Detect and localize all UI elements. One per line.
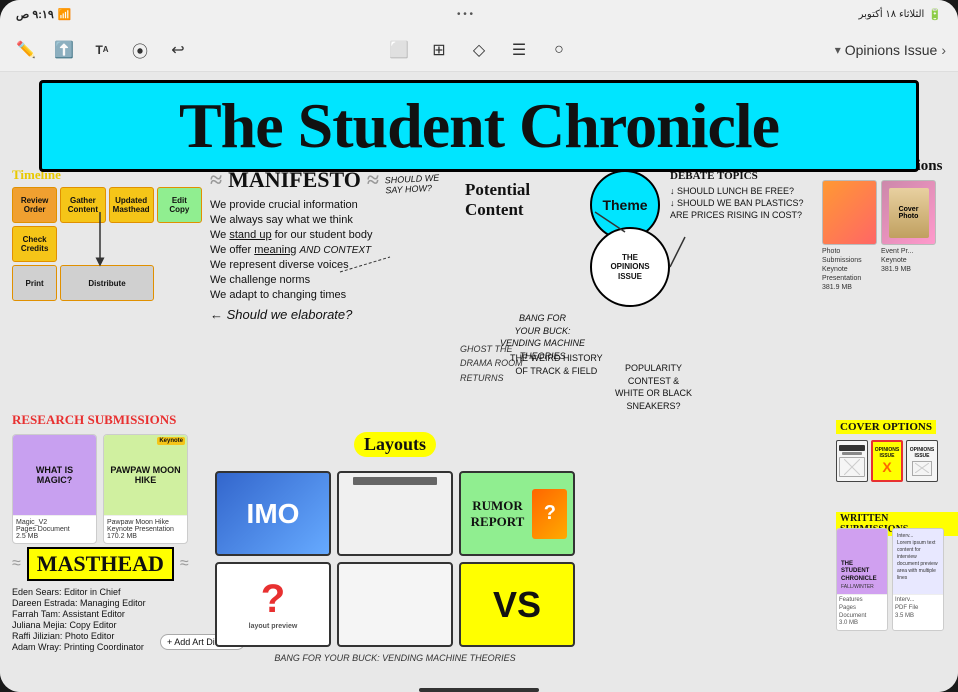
masthead-title: MASTHEAD xyxy=(27,547,174,581)
bang-for-buck-bottom: BANG FOR YOUR BUCK: VENDING MACHINE THEO… xyxy=(215,653,575,663)
masthead-name-1: Eden Sears: Editor in Chief xyxy=(12,587,212,597)
masthead-name-4: Juliana Mejia: Copy Editor xyxy=(12,620,212,630)
table-tool[interactable]: ⊞ xyxy=(425,36,453,64)
debate-item-2: ↓ SHOULD WE BAN PLASTICS? xyxy=(670,198,830,208)
manifesto-line-2: We always say what we think xyxy=(210,214,450,226)
manifesto-line-7: We adapt to changing times xyxy=(210,289,450,301)
potential-content-label: PotentialContent xyxy=(465,180,530,221)
popularity-text: POPULARITYCONTEST &WHITE OR BLACKSNEAKER… xyxy=(615,362,692,412)
doc-card-pawpaw[interactable]: Keynote PAWPAW MOON HIKE Pawpaw Moon Hik… xyxy=(103,434,188,544)
written-submissions-cards: THESTUDENTCHRONICLE FALL/WINTER Features… xyxy=(836,528,944,631)
chevron-icon: ▾ xyxy=(835,43,841,57)
status-time: ٩:١٩ ص xyxy=(16,8,54,21)
camera-button[interactable]: ⦿ xyxy=(126,36,154,64)
debate-item-3: ARE PRICES RISING IN COST? xyxy=(670,210,830,220)
share-button[interactable]: ⬆️ xyxy=(50,36,78,64)
written-card-2[interactable]: Interv...Lorem ipsum text content for in… xyxy=(892,528,944,631)
manifesto-line-6: We challenge norms xyxy=(210,274,450,286)
main-title-text: The Student Chronicle xyxy=(179,90,779,161)
text-tool[interactable]: ☰ xyxy=(505,36,533,64)
undo-button[interactable]: ↩ xyxy=(164,36,192,64)
manifesto-line-4: We offer meaning AND CONTEXT xyxy=(210,244,450,256)
document-title[interactable]: ▾ Opinions Issue › xyxy=(835,42,946,58)
doc-info-pawpaw: Pawpaw Moon HikeKeynote Presentation170.… xyxy=(104,515,187,543)
timeline-cell-edit[interactable]: Edit Copy xyxy=(157,187,202,223)
research-section: RESEARCH SUBMISSIONS WHAT IS MAGIC? Magi… xyxy=(12,412,202,544)
timeline-cell-check[interactable]: Check Credits xyxy=(12,226,57,262)
written-card-1[interactable]: THESTUDENTCHRONICLE FALL/WINTER Features… xyxy=(836,528,888,631)
manifesto-line-1: We provide crucial information xyxy=(210,199,450,211)
image-tool[interactable]: ⬜ xyxy=(385,36,413,64)
photo-submissions-section: Photo Submissions Photo SubmissionsKeyno… xyxy=(822,158,952,292)
layout-card-imo[interactable]: IMO xyxy=(215,471,331,556)
shape-tool[interactable]: ◇ xyxy=(465,36,493,64)
forward-icon: › xyxy=(941,42,946,58)
timeline-cell-print[interactable]: Print xyxy=(12,265,57,301)
debate-item-1: ↓ SHOULD LUNCH BE FREE? xyxy=(670,186,830,196)
pencil-button[interactable]: ✏️ xyxy=(12,36,40,64)
layouts-title: Layouts xyxy=(354,432,436,457)
photo-thumb-2[interactable]: CoverPhoto Event Pr...Keynote381.9 MB xyxy=(881,180,936,292)
photo-thumbs: Photo SubmissionsKeynote Presentation381… xyxy=(822,180,952,292)
debate-section: DEBATE TOPICS ↓ SHOULD LUNCH BE FREE? ↓ … xyxy=(670,170,830,222)
doc-card-magic[interactable]: WHAT IS MAGIC? Magic_V2Pages Document2.5… xyxy=(12,434,97,544)
battery-icon: 🔋 xyxy=(928,8,942,21)
masthead-name-3: Farrah Tam: Assistant Editor xyxy=(12,609,212,619)
photo-thumb-1[interactable]: Photo SubmissionsKeynote Presentation381… xyxy=(822,180,877,292)
layouts-section: Layouts IMO RUMORREPORT xyxy=(215,432,575,663)
scroll-indicator xyxy=(419,688,539,692)
layout-card-question[interactable]: ? layout preview xyxy=(215,562,331,647)
timeline-cell-review[interactable]: Review Order xyxy=(12,187,57,223)
opinions-bubble: THEOPINIONSISSUE xyxy=(590,227,670,307)
timeline-section: Timeline Gather Content Review Order Upd… xyxy=(12,167,202,301)
timeline-cell-gather[interactable]: Gather Content xyxy=(60,187,105,223)
research-title: RESEARCH SUBMISSIONS xyxy=(12,412,202,428)
cover-thumb-3[interactable]: OPINIONSISSUE xyxy=(906,440,938,482)
document-title-text: Opinions Issue xyxy=(845,42,938,58)
main-canvas: The Student Chronicle Timeline Gather Co… xyxy=(0,72,958,692)
ipad-frame: ٩:١٩ ص 📶 • • • الثلاثاء ١٨ أكتوبر 🔋 ✏️ ⬆… xyxy=(0,0,958,692)
doc-info-magic: Magic_V2Pages Document2.5 MB xyxy=(13,515,96,543)
status-bar: ٩:١٩ ص 📶 • • • الثلاثاء ١٨ أكتوبر 🔋 xyxy=(0,0,958,28)
layout-card-columns[interactable] xyxy=(337,471,453,556)
doc-cards: WHAT IS MAGIC? Magic_V2Pages Document2.5… xyxy=(12,434,202,544)
pen-tool[interactable]: ○ xyxy=(545,36,573,64)
status-wifi-icon: 📶 xyxy=(58,8,72,21)
doc-preview-magic: WHAT IS MAGIC? xyxy=(13,435,96,515)
cover-options-label: COVER OPTIONS xyxy=(836,420,936,434)
text-button[interactable]: TA xyxy=(88,36,116,64)
cover-options-thumbs: OPINIONSISSUE X OPINIONSISSUE xyxy=(836,440,938,482)
should-elaborate: ← Should we elaborate? xyxy=(210,307,450,322)
doc-preview-pawpaw: Keynote PAWPAW MOON HIKE xyxy=(104,435,187,515)
cover-thumb-1[interactable] xyxy=(836,440,868,482)
weird-history-label: THE WEIRD HISTORYOF TRACK & FIELD xyxy=(510,352,603,377)
toolbar: ✏️ ⬆️ TA ⦿ ↩ ⬜ ⊞ ◇ ☰ ○ ▾ Opinions Issue … xyxy=(0,28,958,72)
timeline-cell-distribute[interactable]: Distribute xyxy=(60,265,154,301)
layout-card-rumor[interactable]: RUMORREPORT ? xyxy=(459,471,575,556)
main-title-banner: The Student Chronicle xyxy=(39,80,919,172)
layout-card-grid[interactable] xyxy=(337,562,453,647)
layouts-grid: IMO RUMORREPORT ? xyxy=(215,471,575,647)
should-we-say: SHOULD WESAY HOW? xyxy=(385,173,440,196)
status-date: الثلاثاء ١٨ أكتوبر xyxy=(859,9,925,20)
timeline-cell-updated[interactable]: Updated Masthead xyxy=(109,187,154,223)
cover-thumb-2[interactable]: OPINIONSISSUE X xyxy=(871,440,903,482)
layout-card-vs[interactable]: VS xyxy=(459,562,575,647)
masthead-name-2: Dareen Estrada: Managing Editor xyxy=(12,598,212,608)
manifesto-line-3: We stand up for our student body xyxy=(210,229,450,241)
manifesto-line-5: We represent diverse voices xyxy=(210,259,450,271)
timeline-grid: Gather Content Review Order Updated Mast… xyxy=(12,187,202,301)
